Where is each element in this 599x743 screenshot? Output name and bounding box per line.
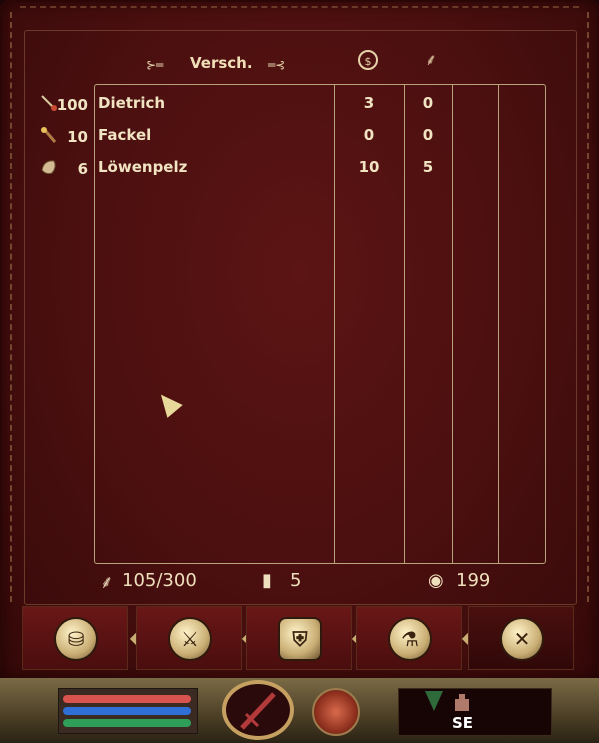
item-row-fackel[interactable]: Fackel 0 0: [0, 120, 599, 148]
item-value: 0: [363, 126, 375, 144]
item-weight: 0: [422, 126, 434, 144]
quest-marker-icon: [425, 691, 443, 711]
item-name: Löwenpelz: [98, 158, 188, 176]
location-marker-icon: [455, 694, 469, 711]
hud-bar: SE: [0, 678, 599, 743]
armor-value: 5: [290, 570, 302, 591]
sack-icon: ⛁: [56, 619, 96, 659]
equipped-spell-slot[interactable]: [312, 688, 360, 736]
sort-arrow-left-icon: ⊱═: [146, 58, 164, 72]
crossed-tools-icon: ✕: [502, 619, 542, 659]
compass-heading: SE: [452, 714, 474, 732]
tab-armor[interactable]: ⛨: [246, 606, 352, 670]
column-header-name[interactable]: Versch.: [190, 54, 253, 72]
sword-icon: [240, 692, 276, 730]
tab-alchemy[interactable]: ⚗: [356, 606, 462, 670]
sort-arrow-right-icon: ═⊰: [268, 58, 286, 72]
item-name: Fackel: [98, 126, 152, 144]
item-value: 10: [358, 158, 380, 176]
item-weight: 0: [422, 94, 434, 112]
stitch-top: [20, 6, 579, 8]
feather-weight-icon: ⸙: [100, 572, 114, 593]
equipped-weapon-slot[interactable]: [222, 680, 294, 740]
gold-value: 199: [456, 570, 491, 591]
armor-icon: ▮: [262, 570, 272, 591]
category-tabs: ⛁ ◆ ⚔ ◆ ⛨ ◆ ⚗ ◆ ✕: [22, 606, 577, 672]
compass: [398, 688, 552, 736]
inventory-panel: ⊱═ Versch. ═⊰ $ ⸙ 100 10 6 Dietrich 3 0 …: [0, 0, 599, 680]
fatigue-bar: [63, 719, 191, 727]
item-name: Dietrich: [98, 94, 166, 112]
item-row-dietrich[interactable]: Dietrich 3 0: [0, 88, 599, 116]
magicka-bar: [63, 707, 191, 715]
health-bar: [63, 695, 191, 703]
potion-icon: ⚗: [390, 619, 430, 659]
gold-coin-icon[interactable]: $: [358, 50, 378, 70]
item-value: 3: [363, 94, 375, 112]
tab-weapons[interactable]: ⚔: [136, 606, 242, 670]
feather-weight-icon[interactable]: ⸙: [421, 50, 441, 70]
vitals-bars: [58, 688, 198, 734]
tab-all-items[interactable]: ⛁: [22, 606, 128, 670]
tab-misc[interactable]: ✕: [468, 606, 574, 670]
item-row-loewenpelz[interactable]: Löwenpelz 10 5: [0, 152, 599, 180]
axe-icon: ⚔: [170, 619, 210, 659]
encumbrance-value: 105/300: [122, 570, 197, 591]
shield-icon: ⛨: [280, 619, 320, 659]
gold-coin-icon: ◉: [428, 570, 444, 591]
item-weight: 5: [422, 158, 434, 176]
